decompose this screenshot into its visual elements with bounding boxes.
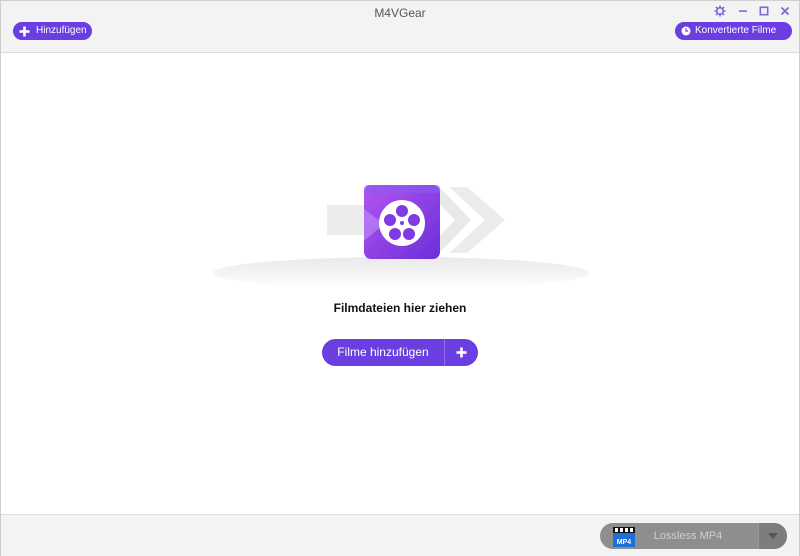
chevron-down-icon[interactable] xyxy=(758,523,787,549)
window-title: M4VGear xyxy=(374,6,426,20)
mp4-icon-text: MP4 xyxy=(617,539,632,546)
gear-icon[interactable] xyxy=(713,5,727,19)
maximize-icon[interactable] xyxy=(757,5,771,19)
clock-icon xyxy=(681,26,691,36)
minimize-icon[interactable] xyxy=(736,5,750,19)
mp4-format-icon: MP4 xyxy=(612,524,636,549)
film-reel-icon xyxy=(364,185,440,259)
add-button-label: Hinzufügen xyxy=(36,25,87,36)
add-button[interactable]: Hinzufügen xyxy=(13,22,92,40)
converted-movies-button[interactable]: Konvertierte Filme xyxy=(675,22,792,40)
footer-bar: MP4 Lossless MP4 xyxy=(1,514,799,556)
drop-area[interactable] xyxy=(1,53,799,514)
add-movies-label: Filme hinzufügen xyxy=(337,345,429,359)
plus-icon[interactable] xyxy=(445,339,478,366)
illustration xyxy=(213,185,589,289)
add-movies-button[interactable]: Filme hinzufügen xyxy=(322,339,478,366)
converted-movies-label: Konvertierte Filme xyxy=(695,25,777,36)
close-icon[interactable] xyxy=(778,5,792,19)
drop-hint-text: Filmdateien hier ziehen xyxy=(333,301,467,315)
plus-icon xyxy=(19,26,30,37)
title-bar: M4VGear Hinzufügen Konvertierte Filme xyxy=(1,1,799,53)
output-format-selector[interactable]: MP4 Lossless MP4 xyxy=(600,523,787,549)
